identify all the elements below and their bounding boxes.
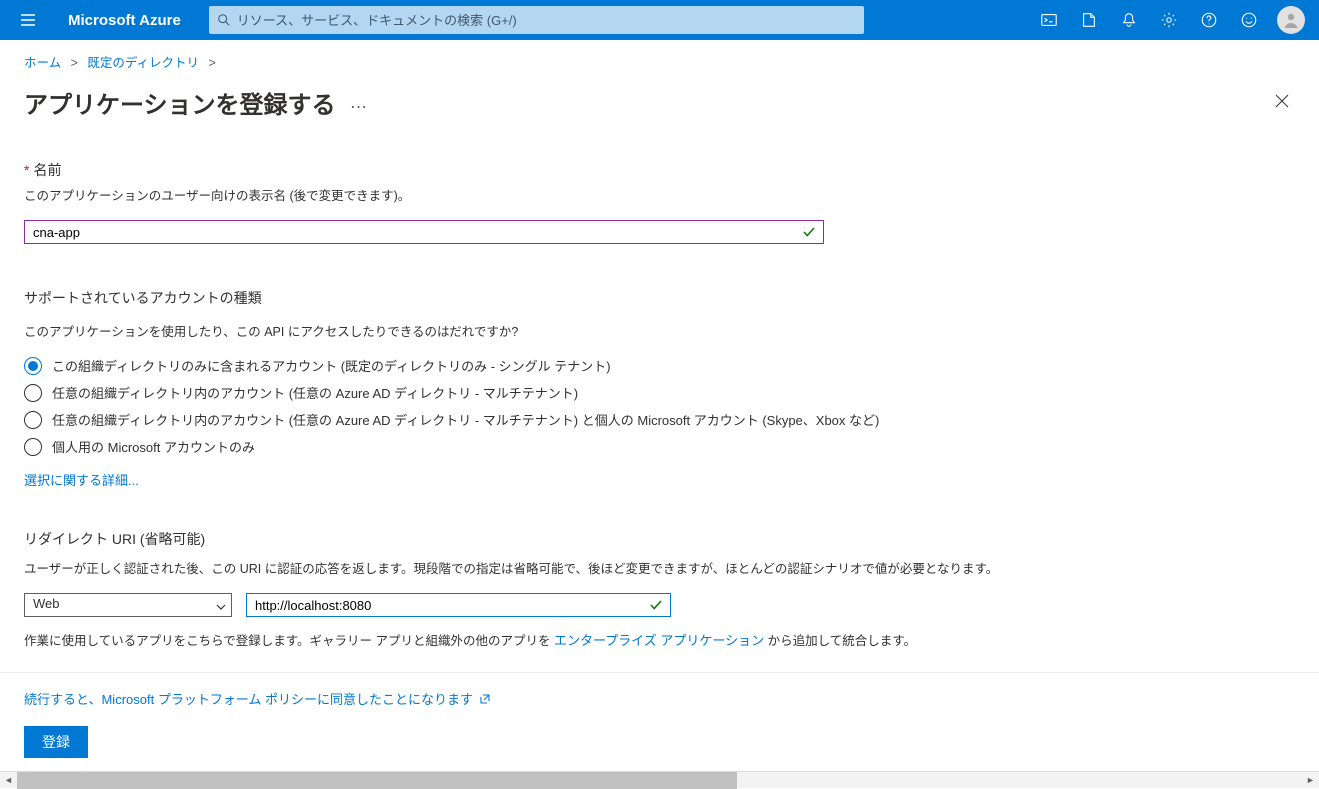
account-type-option[interactable]: 任意の組織ディレクトリ内のアカウント (任意の Azure AD ディレクトリ … — [24, 410, 1295, 429]
radio-label: この組織ディレクトリのみに含まれるアカウント (既定のディレクトリのみ - シン… — [52, 356, 611, 375]
check-icon — [649, 598, 663, 615]
radio-label: 任意の組織ディレクトリ内のアカウント (任意の Azure AD ディレクトリ … — [52, 383, 578, 402]
page-title: アプリケーションを登録する — [24, 85, 336, 120]
platform-select-value: Web — [24, 593, 232, 617]
radio-button[interactable] — [24, 438, 42, 456]
search-box[interactable] — [209, 6, 864, 34]
chevron-right-icon: > — [209, 56, 216, 70]
breadcrumb-directory[interactable]: 既定のディレクトリ — [87, 56, 199, 70]
account-types-heading: サポートされているアカウントの種類 — [24, 288, 1295, 308]
more-actions-button[interactable]: … — [350, 92, 369, 113]
check-icon — [802, 225, 816, 242]
account-type-option[interactable]: 個人用の Microsoft アカウントのみ — [24, 437, 1295, 456]
content-area: ホーム > 既定のディレクトリ > アプリケーションを登録する … *名前 この… — [0, 40, 1319, 670]
close-button[interactable] — [1269, 88, 1295, 117]
settings-gear-icon[interactable] — [1149, 0, 1189, 40]
scroll-track[interactable] — [17, 772, 1302, 789]
name-label: *名前 — [24, 160, 1295, 180]
account-type-option[interactable]: 任意の組織ディレクトリ内のアカウント (任意の Azure AD ディレクトリ … — [24, 383, 1295, 402]
scroll-thumb[interactable] — [17, 772, 737, 789]
account-types-details-link[interactable]: 選択に関する詳細... — [24, 473, 139, 488]
name-help-text: このアプリケーションのユーザー向けの表示名 (後で変更できます)。 — [24, 186, 1295, 206]
search-input[interactable] — [237, 13, 856, 28]
footer: 続行すると、Microsoft プラットフォーム ポリシーに同意したことになりま… — [0, 672, 1319, 770]
enterprise-apps-link[interactable]: エンタープライズ アプリケーション — [554, 633, 764, 648]
radio-button[interactable] — [24, 357, 42, 375]
radio-button[interactable] — [24, 384, 42, 402]
account-types-radio-group: この組織ディレクトリのみに含まれるアカウント (既定のディレクトリのみ - シン… — [24, 356, 1295, 456]
top-bar: Microsoft Azure — [0, 0, 1319, 40]
breadcrumb: ホーム > 既定のディレクトリ > — [24, 52, 1295, 71]
horizontal-scrollbar[interactable]: ◄ ► — [0, 771, 1319, 788]
app-name-input[interactable] — [24, 220, 824, 244]
brand-label[interactable]: Microsoft Azure — [48, 12, 201, 29]
directories-icon[interactable] — [1069, 0, 1109, 40]
redirect-note: 作業に使用しているアプリをこちらで登録します。ギャラリー アプリと組織外の他のア… — [24, 631, 1295, 652]
external-link-icon — [479, 693, 491, 705]
radio-button[interactable] — [24, 411, 42, 429]
account-types-help: このアプリケーションを使用したり、この API にアクセスしたりできるのはだれで… — [24, 322, 1295, 342]
radio-label: 個人用の Microsoft アカウントのみ — [52, 437, 255, 456]
top-icon-bar — [1029, 0, 1311, 40]
close-icon — [1275, 94, 1289, 108]
chevron-right-icon: > — [71, 56, 78, 70]
scroll-left-arrow[interactable]: ◄ — [0, 772, 17, 789]
redirect-uri-input[interactable] — [246, 593, 671, 617]
search-icon — [217, 13, 231, 27]
feedback-icon[interactable] — [1229, 0, 1269, 40]
hamburger-menu-icon[interactable] — [8, 0, 48, 40]
platform-select[interactable]: Web — [24, 593, 232, 617]
scroll-right-arrow[interactable]: ► — [1302, 772, 1319, 789]
account-avatar[interactable] — [1277, 6, 1305, 34]
breadcrumb-home[interactable]: ホーム — [24, 56, 61, 70]
policy-link[interactable]: 続行すると、Microsoft プラットフォーム ポリシーに同意したことになりま… — [24, 692, 491, 707]
notifications-icon[interactable] — [1109, 0, 1149, 40]
radio-label: 任意の組織ディレクトリ内のアカウント (任意の Azure AD ディレクトリ … — [52, 410, 879, 429]
redirect-uri-heading: リダイレクト URI (省略可能) — [24, 529, 1295, 549]
title-row: アプリケーションを登録する … — [24, 85, 1295, 120]
cloud-shell-icon[interactable] — [1029, 0, 1069, 40]
account-type-option[interactable]: この組織ディレクトリのみに含まれるアカウント (既定のディレクトリのみ - シン… — [24, 356, 1295, 375]
redirect-uri-help: ユーザーが正しく認証された後、この URI に認証の応答を返します。現段階での指… — [24, 559, 1295, 579]
chevron-down-icon — [216, 600, 226, 615]
register-button[interactable]: 登録 — [24, 726, 88, 758]
help-icon[interactable] — [1189, 0, 1229, 40]
